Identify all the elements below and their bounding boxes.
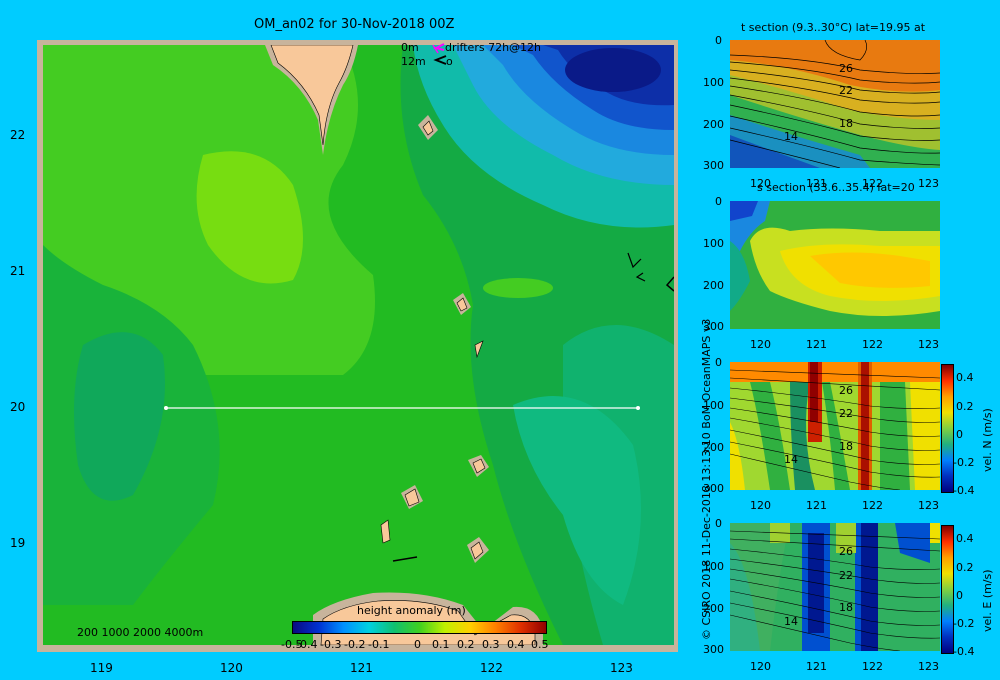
panel-veln-cbar-tick: -0.4 bbox=[953, 484, 975, 497]
panel-veln-cbar-tick: -0.2 bbox=[953, 456, 975, 469]
panel-vele-cbar-tick: -0.2 bbox=[953, 617, 975, 630]
panel-t-section bbox=[730, 40, 940, 168]
panel-vele-xtick: 120 bbox=[750, 660, 771, 673]
panel-t-title: t section (9.3..30°C) lat=19.95 at bbox=[741, 21, 926, 34]
panel-vele-cbar-tick: 0.4 bbox=[956, 532, 974, 545]
panel-vele-ytick: 300 bbox=[703, 643, 724, 656]
legend-drifters: drifters 72h@12h bbox=[445, 41, 542, 54]
map-canvas bbox=[43, 45, 674, 645]
panel-vele-cbar-tick: 0 bbox=[956, 589, 963, 602]
lat-tick-21: 21 bbox=[10, 264, 26, 278]
panel-vele-ytick: 100 bbox=[703, 560, 724, 573]
panel-t-contour-label: 22 bbox=[839, 84, 853, 97]
panel-vele-contour-label: 18 bbox=[839, 601, 853, 614]
panel-vele-xtick: 123 bbox=[918, 660, 939, 673]
map-title: OM_an02 for 30-Nov-2018 00Z bbox=[254, 17, 455, 32]
panel-t-xtick: 123 bbox=[918, 177, 939, 190]
panel-veln-xtick: 120 bbox=[750, 499, 771, 512]
colorbar-tick: -0.2 bbox=[344, 638, 366, 651]
panel-veln-cbar-tick: 0.4 bbox=[956, 371, 974, 384]
panel-vele-ytick: 0 bbox=[715, 517, 722, 530]
legend-12m: 12m bbox=[401, 55, 426, 68]
panel-veln-contour-label: 18 bbox=[839, 440, 853, 453]
panel-vele-contour-label: 14 bbox=[784, 615, 798, 628]
panel-s-xtick: 122 bbox=[862, 338, 883, 351]
colorbar-tick: -0.1 bbox=[368, 638, 390, 651]
legend-0m: 0m bbox=[401, 41, 419, 54]
panel-veln-xtick: 123 bbox=[918, 499, 939, 512]
panel-t-ytick: 0 bbox=[715, 34, 722, 47]
panel-veln-contour-label: 26 bbox=[839, 384, 853, 397]
panel-t-ytick: 200 bbox=[703, 118, 724, 131]
panel-veln-cbar-tick: 0.2 bbox=[956, 400, 974, 413]
panel-s-ytick: 300 bbox=[703, 320, 724, 333]
panel-vele-contour-label: 26 bbox=[839, 545, 853, 558]
panel-s-xtick: 121 bbox=[806, 338, 827, 351]
panel-veln-ytick: 300 bbox=[703, 482, 724, 495]
colorbar-tick: 0.4 bbox=[507, 638, 525, 651]
lon-tick-120: 120 bbox=[220, 661, 243, 675]
panel-vele-xtick: 121 bbox=[806, 660, 827, 673]
lat-tick-20: 20 bbox=[10, 400, 26, 414]
panel-veln-ytick: 200 bbox=[703, 441, 724, 454]
panel-s-ytick: 100 bbox=[703, 237, 724, 250]
panel-t-ytick: 100 bbox=[703, 76, 724, 89]
panel-t-contour-label: 18 bbox=[839, 117, 853, 130]
colorbar-tick: 0 bbox=[414, 638, 421, 651]
panel-s-xtick: 120 bbox=[750, 338, 771, 351]
panel-veln-section bbox=[730, 362, 940, 490]
panel-veln-cbar-label: vel. N (m/s) bbox=[981, 408, 994, 472]
height-anomaly-colorbar bbox=[292, 621, 547, 634]
colorbar-tick: 0.1 bbox=[432, 638, 450, 651]
panel-vele-contour-label: 22 bbox=[839, 569, 853, 582]
panel-vele-xtick: 122 bbox=[862, 660, 883, 673]
panel-vele-cbar-tick: -0.4 bbox=[953, 645, 975, 658]
lon-tick-122: 122 bbox=[480, 661, 503, 675]
lon-tick-119: 119 bbox=[90, 661, 113, 675]
panel-vele-cbar-label: vel. E (m/s) bbox=[981, 569, 994, 632]
panel-s-ytick: 0 bbox=[715, 195, 722, 208]
colorbar-title: height anomaly (m) bbox=[357, 604, 466, 617]
colorbar-tick: 0.2 bbox=[457, 638, 475, 651]
panel-veln-ytick: 0 bbox=[715, 356, 722, 369]
panel-vele-colorbar bbox=[941, 525, 954, 654]
panel-veln-cbar-tick: 0 bbox=[956, 428, 963, 441]
colorbar-tick: 0.5 bbox=[531, 638, 549, 651]
bathymetry-legend: 200 1000 2000 4000m bbox=[77, 626, 204, 639]
credit-text: © CSIRO 2018 11-Dec-2018 13:13:10 BoM Oc… bbox=[700, 318, 713, 640]
panel-s-section bbox=[730, 201, 940, 329]
panel-vele-section bbox=[730, 523, 940, 651]
lon-tick-123: 123 bbox=[610, 661, 633, 675]
panel-veln-xtick: 121 bbox=[806, 499, 827, 512]
lat-tick-19: 19 bbox=[10, 536, 26, 550]
colorbar-tick: -0.3 bbox=[320, 638, 342, 651]
colorbar-tick: 0.3 bbox=[482, 638, 500, 651]
panel-vele-ytick: 200 bbox=[703, 602, 724, 615]
panel-veln-ytick: 100 bbox=[703, 399, 724, 412]
panel-veln-colorbar bbox=[941, 364, 954, 493]
lon-tick-121: 121 bbox=[350, 661, 373, 675]
panel-s-title: s section (33.6..35.4) lat=20 bbox=[757, 181, 915, 194]
drifter-arrow-icon bbox=[433, 43, 447, 65]
panel-s-xtick: 123 bbox=[918, 338, 939, 351]
panel-veln-contour-label: 22 bbox=[839, 407, 853, 420]
panel-t-contour-label: 14 bbox=[784, 130, 798, 143]
panel-veln-xtick: 122 bbox=[862, 499, 883, 512]
panel-t-ytick: 300 bbox=[703, 159, 724, 172]
panel-vele-cbar-tick: 0.2 bbox=[956, 561, 974, 574]
panel-veln-contour-label: 14 bbox=[784, 453, 798, 466]
lat-tick-22: 22 bbox=[10, 128, 26, 142]
colorbar-tick: -0.4 bbox=[296, 638, 318, 651]
panel-t-contour-label: 26 bbox=[839, 62, 853, 75]
panel-s-ytick: 200 bbox=[703, 279, 724, 292]
